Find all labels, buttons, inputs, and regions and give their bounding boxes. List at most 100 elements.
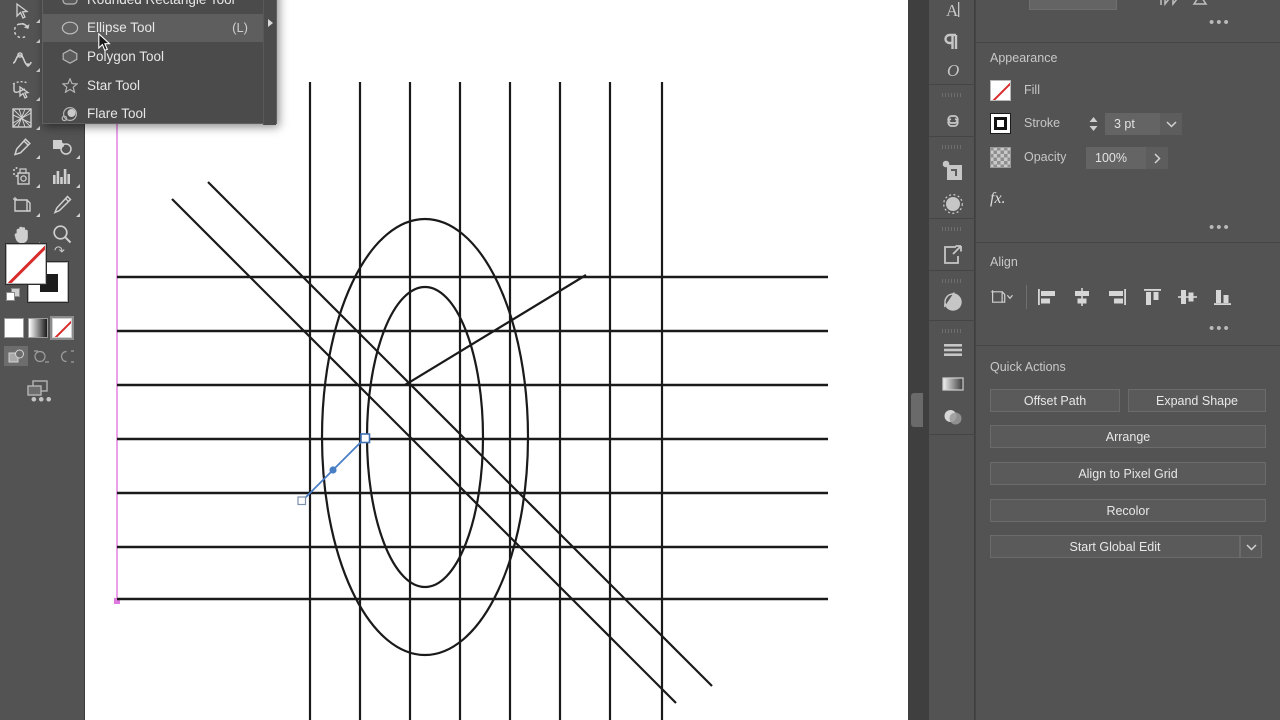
flyout-item-polygon[interactable]: Polygon Tool [43, 42, 276, 71]
clipped-flip-icon[interactable] [1156, 0, 1182, 13]
recolor-artwork-icon[interactable] [937, 286, 968, 317]
align-vertical-bottom-button[interactable] [1210, 284, 1236, 310]
appearance-opacity-row[interactable]: Opacity 100% [976, 147, 1280, 173]
offset-path-button[interactable]: Offset Path [990, 389, 1120, 412]
none-slash-icon [8, 245, 45, 283]
align-vertical-top-button[interactable] [1140, 284, 1166, 310]
tool-eyedropper[interactable] [2, 132, 42, 161]
opacity-label: Opacity [1024, 150, 1067, 164]
tool-blend[interactable] [42, 132, 82, 161]
tool-column-graph[interactable] [42, 161, 82, 190]
tool-symbol-sprayer[interactable] [2, 161, 42, 190]
expand-shape-button[interactable]: Expand Shape [1128, 389, 1266, 412]
flyout-item-rounded-rectangle[interactable]: Rounded Rectangle Tool [43, 0, 276, 14]
flyout-item-star[interactable]: Star Tool [43, 71, 276, 100]
tool-slice[interactable] [42, 190, 82, 219]
flare-icon [57, 104, 83, 124]
tool-overflow-triangle [36, 97, 40, 101]
align-horizontal-left-button[interactable] [1034, 284, 1060, 310]
align-to-selection-dropdown[interactable] [990, 284, 1016, 310]
fill-stroke-swatches[interactable]: ↷ [6, 244, 70, 302]
tool-overflow-triangle [36, 155, 40, 159]
illustrator-window: ↷ ••• Ellipse Tool (L) Polygon Tool Star… [0, 0, 1280, 720]
fill-label: Fill [1024, 83, 1040, 97]
flyout-arrow-icon [268, 19, 273, 27]
none-swatch-button[interactable] [50, 316, 74, 340]
gradient-swatch-button[interactable] [28, 318, 48, 338]
align-vertical-center-button[interactable] [1175, 284, 1201, 310]
arrange-button[interactable]: Arrange [990, 425, 1266, 448]
opacity-options-arrow[interactable] [1146, 147, 1168, 169]
image-trace-panel-icon[interactable] [937, 155, 968, 186]
tools-panel[interactable]: ↷ ••• Ellipse Tool (L) Polygon Tool Star… [0, 0, 277, 720]
quick-actions-section-title: Quick Actions [990, 360, 1066, 374]
color-swatch-button[interactable] [4, 318, 24, 338]
opacity-field[interactable]: 100% [1086, 147, 1146, 169]
ellipse-shapes[interactable] [320, 217, 530, 657]
draw-inside-button[interactable] [54, 346, 78, 366]
stroke-weight-field[interactable]: 3 pt [1105, 113, 1160, 135]
align-section-title: Align [990, 255, 1018, 269]
polygon-icon [57, 46, 83, 66]
flyout-label: Flare Tool [87, 106, 147, 122]
stroke-weight-stepper[interactable] [1086, 113, 1100, 135]
appearance-fill-row[interactable]: Fill [976, 80, 1280, 106]
default-fill-stroke-icon[interactable] [6, 288, 20, 302]
draw-normal-button[interactable] [4, 346, 28, 366]
none-slash-icon [53, 319, 71, 337]
properties-top-more-button[interactable]: ••• [1209, 14, 1231, 31]
grid-horizontal-lines [117, 275, 828, 601]
paragraph-panel-icon[interactable] [937, 26, 968, 57]
panel-icon-rail[interactable]: A O [928, 0, 976, 720]
clipped-shape-icon[interactable] [1188, 0, 1212, 13]
draw-behind-button[interactable] [29, 346, 53, 366]
align-more-button[interactable]: ••• [1209, 320, 1231, 337]
appearance-stroke-row[interactable]: Stroke 3 pt [976, 113, 1280, 139]
flyout-item-ellipse[interactable]: Ellipse Tool (L) [43, 13, 276, 43]
appearance-section-title: Appearance [990, 51, 1058, 65]
properties-panel[interactable]: ••• Appearance Fill Stroke 3 pt Opacity [975, 0, 1280, 720]
fill-swatch[interactable] [990, 80, 1011, 101]
svg-text:A: A [946, 1, 959, 20]
flyout-item-flare[interactable]: Flare Tool [43, 99, 276, 128]
glyphs-panel-icon[interactable]: O [937, 54, 968, 85]
swap-fill-stroke-icon[interactable]: ↷ [54, 244, 70, 258]
tool-overflow-triangle [36, 184, 40, 188]
gradient-panel-icon[interactable] [937, 368, 968, 399]
diagonal-lines[interactable] [171, 181, 713, 704]
swatches-panel-icon[interactable] [937, 334, 968, 365]
tool-rotate[interactable] [2, 16, 42, 45]
fill-swatch-button[interactable] [6, 244, 46, 284]
links-panel-icon[interactable] [937, 106, 968, 137]
align-horizontal-center-button[interactable] [1069, 284, 1095, 310]
flyout-label: Rounded Rectangle Tool [87, 0, 248, 7]
tool-shape-builder[interactable] [2, 103, 42, 132]
tool-free-transform[interactable] [2, 74, 42, 103]
stroke-options-caret[interactable] [1160, 113, 1182, 135]
draw-mode-buttons[interactable] [2, 346, 82, 366]
panel-collapse-handle[interactable] [911, 393, 923, 427]
global-edit-options-caret[interactable] [1240, 535, 1262, 558]
tool-overflow-triangle [76, 155, 80, 159]
character-panel-icon[interactable]: A [937, 0, 968, 25]
tool-artboard[interactable] [2, 190, 42, 219]
align-horizontal-right-button[interactable] [1104, 284, 1130, 310]
mouse-cursor [98, 32, 111, 53]
tool-width[interactable] [2, 45, 42, 74]
shape-tools-flyout-menu[interactable]: Rounded Rectangle Tool Ellipse Tool (L) … [42, 0, 277, 125]
panel-gutter [908, 0, 928, 720]
asset-export-panel-icon[interactable] [937, 239, 968, 270]
pattern-options-icon[interactable] [937, 188, 968, 219]
color-mode-buttons[interactable] [2, 316, 82, 340]
stroke-swatch[interactable] [990, 113, 1011, 134]
fx-button[interactable]: fx. [990, 190, 1006, 208]
clipped-field[interactable] [1029, 0, 1117, 10]
transparency-panel-icon[interactable] [937, 401, 968, 432]
appearance-more-button[interactable]: ••• [1209, 219, 1231, 236]
properties-top-clipped-row[interactable]: ••• [976, 0, 1280, 44]
start-global-edit-button[interactable]: Start Global Edit [990, 535, 1240, 558]
tools-more-button[interactable]: ••• [24, 388, 60, 412]
recolor-button[interactable]: Recolor [990, 499, 1266, 522]
opacity-swatch[interactable] [990, 147, 1011, 168]
align-to-pixel-grid-button[interactable]: Align to Pixel Grid [990, 462, 1266, 485]
